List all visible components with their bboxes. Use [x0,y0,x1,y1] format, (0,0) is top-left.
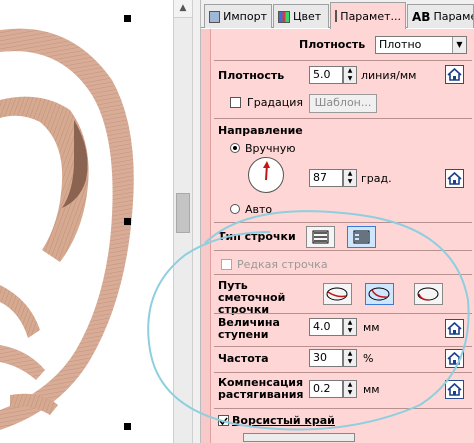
pattern-lines-icon [353,230,370,244]
selection-handle [124,423,131,430]
stitch-type-label: Тип строчки [218,230,296,243]
stretch-comp-input[interactable]: 0.2 [309,380,343,398]
basting-path-option-2[interactable] [365,283,394,305]
path-ellipse-icon [368,287,390,301]
tab-import[interactable]: Импорт [204,4,272,28]
tab-color[interactable]: Цвет [273,4,329,28]
embroidery-design [0,15,134,430]
stretch-comp-label: Компенсация растягивания [218,376,304,401]
frequency-input[interactable]: 30 [309,349,343,367]
manual-radio[interactable] [230,143,240,153]
density-preset-select[interactable]: Плотно ▼ [375,36,467,54]
color-icon [278,10,290,23]
step-size-label: Величина ступени [218,316,280,341]
angle-spinner[interactable]: ▲ ▼ [343,169,357,187]
tab-label: Парамет... [340,9,401,23]
rough-edge-checkbox[interactable] [218,415,229,426]
panel-side-band [201,29,211,443]
import-icon [209,10,221,23]
gradation-label: Градация [247,96,304,109]
angle-input[interactable]: 87 [309,169,343,187]
density-preset-value: Плотно [379,38,422,51]
house-icon[interactable] [445,349,464,368]
rough-edge-slider[interactable] [243,433,355,442]
stretch-comp-spinner[interactable]: ▲ ▼ [343,380,357,398]
selection-handle [124,15,131,22]
step-size-input[interactable]: 4.0 [309,318,343,336]
tab-bar: Импорт Цвет Парамет... AB Парамет... [201,0,474,29]
selection-handle [124,218,131,225]
basting-path-option-3[interactable] [414,283,443,305]
angle-unit: град. [361,172,392,185]
angle-dial[interactable] [248,157,284,193]
direction-title: Направление [218,124,303,137]
path-ellipse-icon [326,287,348,301]
checkmark-icon [219,417,228,426]
tab-label: Парамет... [433,10,473,23]
step-size-spinner[interactable]: ▲ ▼ [343,318,357,336]
step-size-unit: мм [363,321,380,334]
scroll-up-arrow-icon[interactable]: ▲ [174,0,192,18]
tab-text-params[interactable]: AB Парамет... [407,4,474,28]
basting-path-label: Путь сметочной строчки [218,279,286,316]
path-ellipse-icon [417,287,439,301]
stitch-type-plain-button[interactable] [306,226,335,248]
density-spinner[interactable]: ▲ ▼ [343,66,357,84]
chevron-down-icon[interactable]: ▼ [452,37,466,53]
angle-arrow-icon [263,161,270,181]
density-preset-label: Плотность [299,38,366,51]
params-panel: Плотность Плотно ▼ Плотность 5.0 ▲ ▼ лини… [201,29,474,443]
house-icon[interactable] [445,65,464,84]
tab-label: Импорт [223,10,267,23]
house-icon[interactable] [445,319,464,338]
design-canvas[interactable] [0,0,173,443]
density-input[interactable]: 5.0 [309,66,343,84]
scroll-thumb[interactable] [176,193,190,233]
fill-pattern-icon [335,10,338,22]
frequency-unit: % [363,352,374,365]
house-icon[interactable] [445,169,464,188]
lines-icon [312,230,329,244]
tab-fill-params[interactable]: Парамет... [330,2,406,29]
gradation-checkbox[interactable] [230,97,241,108]
house-icon[interactable] [445,380,464,399]
frequency-spinner[interactable]: ▲ ▼ [343,349,357,367]
tab-label: Цвет [293,10,322,23]
rough-edge-label: Ворсистый край [232,414,335,427]
density-unit: линия/мм [361,69,417,82]
stretch-comp-unit: мм [363,383,380,396]
basting-path-option-1[interactable] [323,283,352,305]
sparse-stitch-checkbox[interactable] [221,259,232,270]
canvas-vertical-scrollbar[interactable]: ▲ [173,0,193,443]
density-label: Плотность [218,69,285,82]
sparse-stitch-label: Редкая строчка [237,258,328,271]
template-button[interactable]: Шаблон... [309,94,377,113]
frequency-label: Частота [218,352,269,365]
panel-splitter[interactable] [193,0,201,443]
stitch-type-pattern-button[interactable] [347,226,376,248]
text-ab-icon: AB [412,9,431,24]
auto-radio[interactable] [230,204,240,214]
auto-label: Авто [245,203,273,216]
manual-label: Вручную [245,142,296,155]
